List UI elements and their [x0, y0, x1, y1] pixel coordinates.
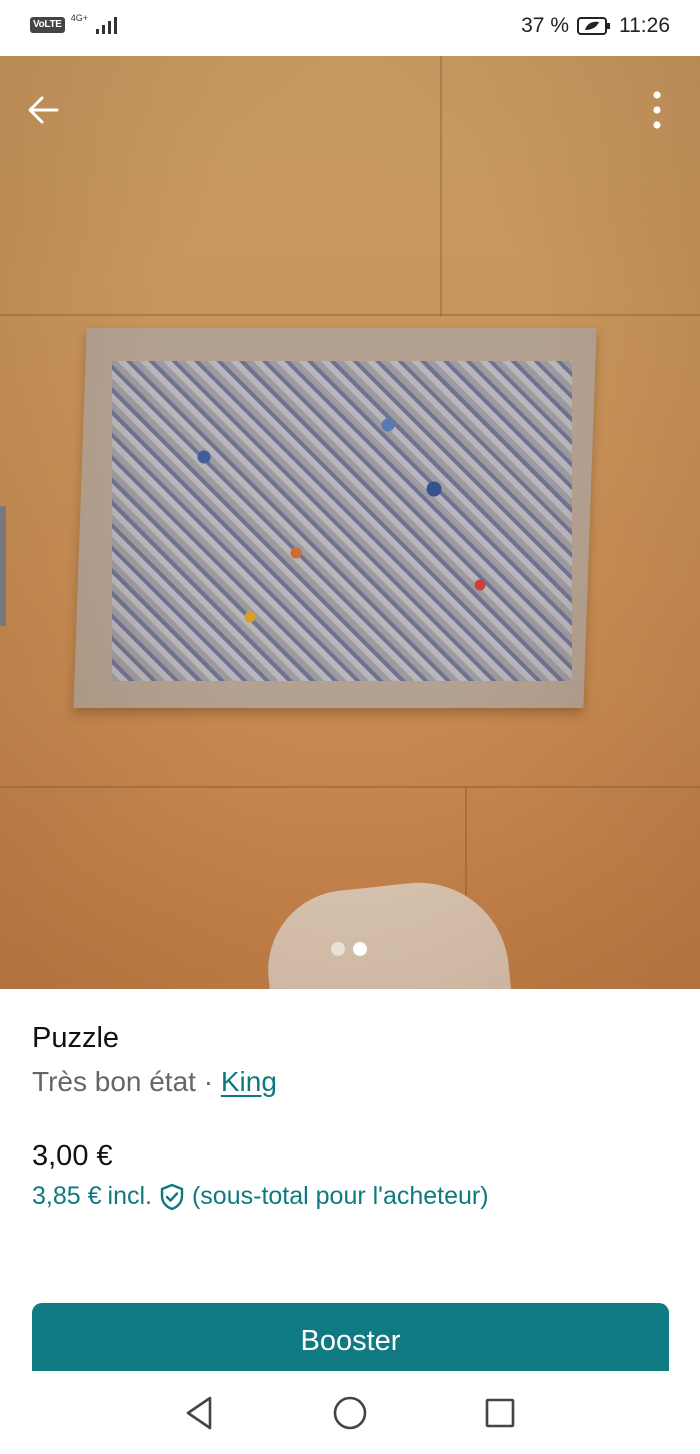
recents-square-icon	[485, 1398, 515, 1427]
arrow-left-icon	[28, 96, 59, 124]
signal-icon	[95, 17, 117, 34]
network-type: 4G+	[70, 13, 88, 23]
nav-home-button[interactable]	[330, 1393, 370, 1433]
total-incl: incl.	[107, 1182, 152, 1210]
listing-title: Puzzle	[32, 1022, 120, 1054]
gallery-dot[interactable]	[331, 942, 345, 956]
gallery-dot-active[interactable]	[353, 942, 367, 956]
shield-check-icon	[160, 1183, 184, 1210]
battery-percent: 37 %	[521, 14, 569, 37]
system-nav-bar	[0, 1371, 700, 1454]
back-button[interactable]	[18, 88, 68, 132]
gallery-indicator	[331, 942, 367, 956]
listing-photo[interactable]	[0, 56, 700, 989]
status-right: 37 % 11:26	[521, 14, 670, 38]
back-triangle-icon	[186, 1396, 212, 1429]
total-note: (sous-total pour l'acheteur)	[191, 1182, 489, 1210]
nav-recents-button[interactable]	[480, 1393, 520, 1433]
more-options-button[interactable]	[634, 86, 680, 134]
total-price: 3,85 €	[32, 1182, 102, 1210]
nav-back-button[interactable]	[180, 1393, 220, 1433]
buyer-total[interactable]: 3,85 € incl. (sous-total pour l'acheteur…	[32, 1182, 489, 1211]
status-bar: VoLTE 4G+ 37 % 11:26	[0, 0, 700, 56]
clock: 11:26	[619, 14, 670, 37]
price: 3,00 €	[32, 1140, 113, 1172]
home-circle-icon	[333, 1396, 367, 1429]
brand-link[interactable]: King	[221, 1066, 277, 1097]
more-vertical-icon	[653, 91, 661, 129]
volte-badge: VoLTE	[30, 17, 65, 33]
listing-meta: Très bon état · King	[32, 1066, 277, 1098]
meta-separator: ·	[195, 1066, 221, 1097]
network-indicators: VoLTE 4G+	[30, 13, 122, 35]
condition-label: Très bon état	[32, 1066, 196, 1097]
photo-vignette	[0, 56, 700, 989]
battery-icon	[577, 17, 610, 35]
